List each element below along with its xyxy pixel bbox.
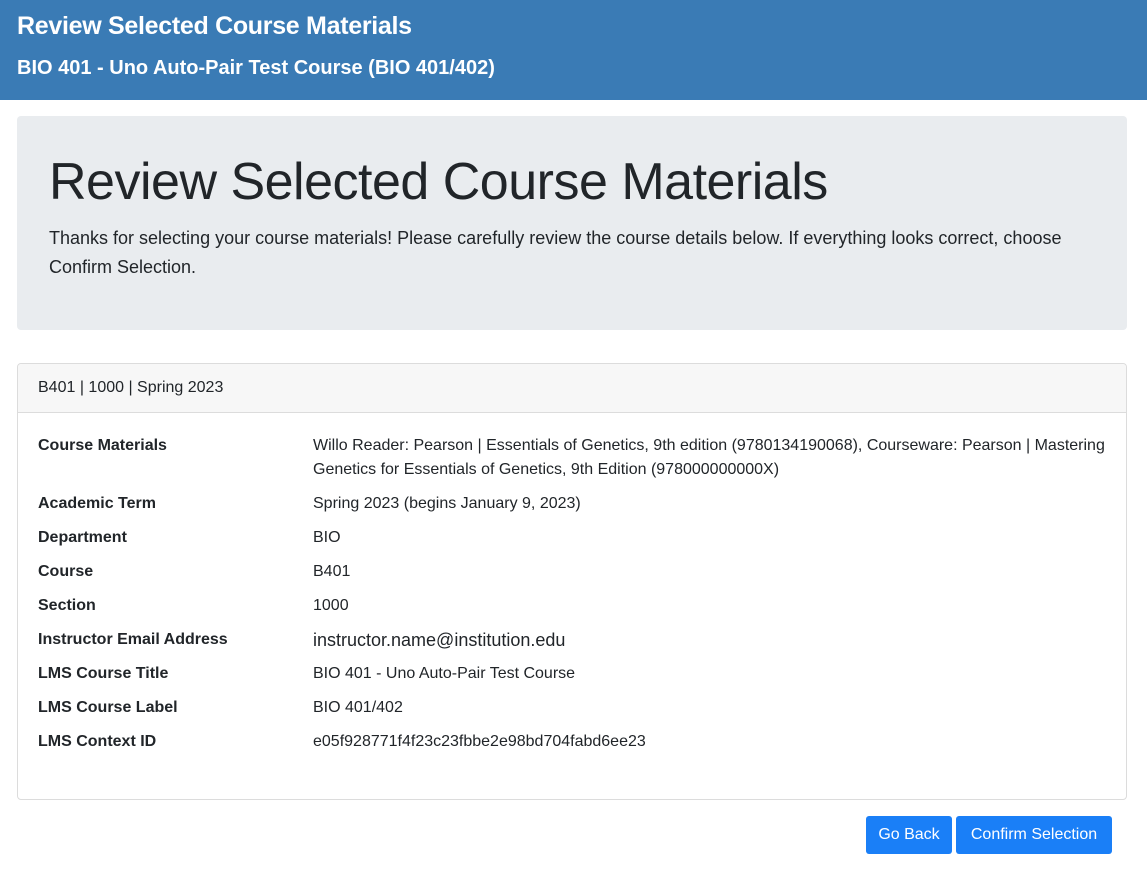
course-details-card: B401 | 1000 | Spring 2023 Course Materia… (17, 363, 1127, 800)
detail-row-section: Section 1000 (38, 594, 1108, 618)
course-details-list: Course Materials Willo Reader: Pearson |… (38, 434, 1108, 764)
header-title: Review Selected Course Materials (17, 12, 412, 40)
detail-label: Course (38, 563, 94, 580)
card-header: B401 | 1000 | Spring 2023 (18, 364, 1126, 413)
detail-value: 1000 (313, 597, 349, 614)
detail-label: Instructor Email Address (38, 631, 228, 648)
detail-row-lms-course-title: LMS Course Title BIO 401 - Uno Auto-Pair… (38, 662, 1108, 686)
detail-value: BIO 401/402 (313, 699, 403, 716)
detail-row-lms-context-id: LMS Context ID e05f928771f4f23c23fbbe2e9… (38, 730, 1108, 754)
detail-value: instructor.name@institution.edu (313, 630, 566, 650)
detail-label: Section (38, 597, 96, 614)
detail-label: Department (38, 529, 127, 546)
detail-row-course-materials: Course Materials Willo Reader: Pearson |… (38, 434, 1108, 482)
course-section-term: B401 | 1000 | Spring 2023 (38, 379, 224, 396)
detail-value: B401 (313, 563, 351, 580)
intro-text: Thanks for selecting your course materia… (49, 228, 1062, 277)
detail-label: LMS Context ID (38, 733, 157, 750)
confirm-selection-button[interactable]: Confirm Selection (956, 816, 1112, 854)
detail-row-department: Department BIO (38, 526, 1108, 550)
header-subtitle: BIO 401 - Uno Auto-Pair Test Course (BIO… (17, 57, 495, 79)
detail-value: BIO (313, 529, 341, 546)
detail-value: BIO 401 - Uno Auto-Pair Test Course (313, 665, 576, 682)
detail-row-course: Course B401 (38, 560, 1108, 584)
go-back-button[interactable]: Go Back (866, 816, 952, 854)
detail-row-lms-course-label: LMS Course Label BIO 401/402 (38, 696, 1108, 720)
detail-label: LMS Course Title (38, 665, 169, 682)
detail-value: Spring 2023 (begins January 9, 2023) (313, 495, 581, 512)
detail-label: LMS Course Label (38, 699, 178, 716)
detail-row-instructor-email: Instructor Email Address instructor.name… (38, 628, 1108, 652)
detail-label: Academic Term (38, 495, 156, 512)
detail-value: Willo Reader: Pearson | Essentials of Ge… (313, 437, 1105, 478)
intro-panel: Review Selected Course Materials Thanks … (17, 116, 1127, 330)
detail-value: e05f928771f4f23c23fbbe2e98bd704fabd6ee23 (313, 733, 646, 750)
detail-label: Course Materials (38, 437, 167, 454)
page-title: Review Selected Course Materials (49, 153, 828, 211)
top-header-bar: Review Selected Course Materials BIO 401… (0, 0, 1147, 100)
detail-row-academic-term: Academic Term Spring 2023 (begins Januar… (38, 492, 1108, 516)
